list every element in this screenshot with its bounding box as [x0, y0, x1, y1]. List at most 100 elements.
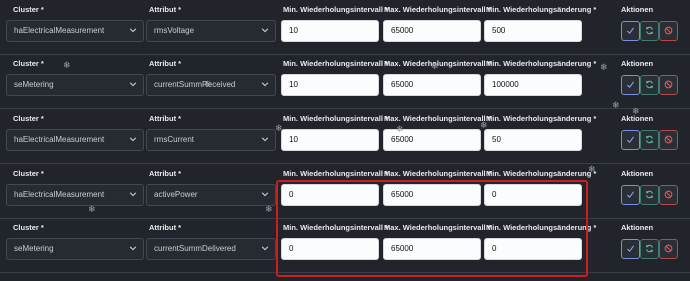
refresh-button[interactable] [640, 185, 659, 205]
max-interval-label: Max. Wiederholungsintervall * [384, 223, 491, 232]
cluster-select[interactable]: haElectricalMeasurement [6, 184, 144, 206]
actions-label: Aktionen [621, 223, 654, 232]
min-change-input[interactable]: 50 [484, 129, 582, 151]
max-interval-input[interactable]: 65000 [383, 20, 481, 42]
max-interval-value: 65000 [391, 244, 414, 253]
min-change-value: 50 [492, 135, 501, 144]
refresh-icon [645, 131, 654, 149]
max-interval-value: 65000 [391, 190, 414, 199]
min-interval-label: Min. Wiederholungsintervall * [283, 114, 388, 123]
max-interval-input[interactable]: 65000 [383, 184, 481, 206]
max-interval-label: Max. Wiederholungsintervall * [384, 5, 491, 14]
min-interval-input[interactable]: 10 [281, 74, 379, 96]
refresh-button[interactable] [640, 75, 659, 95]
min-change-label: Min. Wiederholungsänderung * [486, 169, 597, 178]
chevron-down-icon [129, 130, 137, 150]
max-interval-input[interactable]: 65000 [383, 74, 481, 96]
confirm-button[interactable] [621, 239, 640, 259]
snowflake-icon: ❄ [480, 120, 488, 130]
refresh-button[interactable] [640, 130, 659, 150]
confirm-button[interactable] [621, 21, 640, 41]
cluster-select[interactable]: seMetering [6, 74, 144, 96]
check-icon [626, 22, 635, 40]
min-change-value: 0 [492, 244, 497, 253]
cluster-value: haElectricalMeasurement [14, 190, 105, 199]
min-interval-value: 10 [289, 26, 298, 35]
refresh-button[interactable] [640, 21, 659, 41]
refresh-button[interactable] [640, 239, 659, 259]
check-icon [626, 240, 635, 258]
min-change-input[interactable]: 0 [484, 238, 582, 260]
cluster-label: Cluster * [13, 169, 44, 178]
attribute-select[interactable]: rmsCurrent [146, 129, 276, 151]
min-interval-input[interactable]: 10 [281, 20, 379, 42]
cluster-select[interactable]: haElectricalMeasurement [6, 20, 144, 42]
confirm-button[interactable] [621, 75, 640, 95]
cluster-label: Cluster * [13, 114, 44, 123]
min-interval-input[interactable]: 0 [281, 184, 379, 206]
min-change-input[interactable]: 500 [484, 20, 582, 42]
min-interval-input[interactable]: 0 [281, 238, 379, 260]
remove-button[interactable] [659, 130, 678, 150]
snowflake-icon: ❄ [275, 123, 283, 133]
chevron-down-icon [129, 21, 137, 41]
chevron-down-icon [261, 239, 269, 259]
min-change-value: 100000 [492, 80, 519, 89]
attribute-select[interactable]: currentSummDelivered [146, 238, 276, 260]
remove-button[interactable] [659, 185, 678, 205]
refresh-icon [645, 22, 654, 40]
attribute-label: Attribut * [149, 223, 182, 232]
max-interval-label: Max. Wiederholungsintervall * [384, 114, 491, 123]
cluster-value: haElectricalMeasurement [14, 135, 105, 144]
ban-icon [664, 131, 673, 149]
min-interval-input[interactable]: 10 [281, 129, 379, 151]
remove-button[interactable] [659, 75, 678, 95]
attribute-value: rmsCurrent [154, 135, 195, 144]
min-interval-value: 10 [289, 135, 298, 144]
table-row: Cluster * Attribut * Min. Wiederholungsi… [0, 218, 690, 273]
snowflake-icon: ❄ [431, 61, 439, 71]
min-change-label: Min. Wiederholungsänderung * [486, 223, 597, 232]
cluster-label: Cluster * [13, 5, 44, 14]
refresh-icon [645, 186, 654, 204]
ban-icon [664, 240, 673, 258]
min-change-input[interactable]: 0 [484, 184, 582, 206]
attribute-value: activePower [154, 190, 198, 199]
min-interval-value: 10 [289, 80, 298, 89]
table-row: Cluster * Attribut * Min. Wiederholungsi… [0, 164, 690, 219]
chevron-down-icon [129, 75, 137, 95]
attribute-label: Attribut * [149, 59, 182, 68]
attribute-select[interactable]: rmsVoltage [146, 20, 276, 42]
ban-icon [664, 22, 673, 40]
chevron-down-icon [261, 75, 269, 95]
chevron-down-icon [129, 239, 137, 259]
confirm-button[interactable] [621, 185, 640, 205]
table-row: Cluster * Attribut * Min. Wiederholungsi… [0, 0, 690, 55]
min-interval-label: Min. Wiederholungsintervall * [283, 169, 388, 178]
cluster-label: Cluster * [13, 59, 44, 68]
min-change-label: Min. Wiederholungsänderung * [486, 59, 597, 68]
cluster-label: Cluster * [13, 223, 44, 232]
cluster-select[interactable]: seMetering [6, 238, 144, 260]
min-interval-value: 0 [289, 190, 294, 199]
confirm-button[interactable] [621, 130, 640, 150]
min-change-input[interactable]: 100000 [484, 74, 582, 96]
remove-button[interactable] [659, 21, 678, 41]
cluster-select[interactable]: haElectricalMeasurement [6, 129, 144, 151]
attribute-select[interactable]: activePower [146, 184, 276, 206]
snowflake-icon: ❄ [204, 79, 212, 89]
check-icon [626, 76, 635, 94]
max-interval-input[interactable]: 65000 [383, 238, 481, 260]
remove-button[interactable] [659, 239, 678, 259]
snowflake-icon: ❄ [396, 124, 404, 134]
min-interval-label: Min. Wiederholungsintervall * [283, 5, 388, 14]
ban-icon [664, 76, 673, 94]
table-row: Cluster * Attribut * Min. Wiederholungsi… [0, 54, 690, 109]
attribute-label: Attribut * [149, 169, 182, 178]
actions-label: Aktionen [621, 59, 654, 68]
cluster-value: seMetering [14, 80, 54, 89]
snowflake-icon: ❄ [63, 60, 71, 70]
actions-label: Aktionen [621, 169, 654, 178]
snowflake-icon: ❄ [600, 62, 608, 72]
min-interval-value: 0 [289, 244, 294, 253]
